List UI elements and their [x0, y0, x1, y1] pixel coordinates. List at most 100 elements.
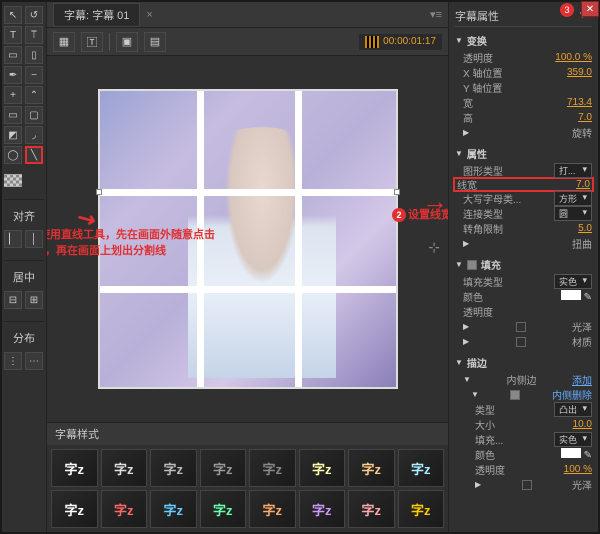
transform-group[interactable]: ▼变换 [455, 31, 592, 50]
center-area: 字幕: 字幕 01 × ▾≡ ▦ 🅃 ▣ ▤ 00:00:01:17 ↘ ↗ → [47, 2, 448, 532]
ypos-label: Y 轴位置 [463, 80, 502, 95]
convert-anchor-tool[interactable]: ⌃ [25, 86, 43, 104]
canvas-area[interactable]: ↘ ↗ → 1使用直线工具，先在画面外随意点击 一下，再在画面上划出分割线 [47, 56, 448, 422]
center-v[interactable]: ⊞ [25, 291, 43, 309]
caps-combo[interactable]: 方形▾ [554, 191, 592, 206]
center-toolbar: ▦ 🅃 ▣ ▤ 00:00:01:17 [47, 28, 448, 56]
type-tool[interactable]: T [4, 26, 22, 44]
miter-value[interactable]: 5.0 [578, 223, 592, 234]
style-swatch[interactable]: 字z [51, 490, 98, 528]
stroke-type-combo[interactable]: 凸出▾ [554, 402, 592, 417]
fill-color-chip[interactable] [561, 290, 581, 300]
line-width-value[interactable]: 7.0 [576, 179, 590, 190]
selection-handle[interactable] [394, 189, 400, 195]
xpos-label: X 轴位置 [463, 65, 502, 80]
sheen-label[interactable]: 光泽 [572, 319, 592, 334]
timecode-display[interactable]: 00:00:01:17 [359, 34, 442, 50]
inner-stroke-label: 内侧边 [506, 372, 536, 387]
width-value[interactable]: 713.4 [567, 97, 592, 108]
style-swatch[interactable]: 字z [348, 449, 395, 487]
swatch-transparent[interactable] [4, 174, 22, 187]
dist-h[interactable]: ⋮ [4, 352, 22, 370]
panel-menu-icon[interactable]: ▾≡ [430, 8, 442, 21]
opacity-value[interactable]: 100.0 % [555, 52, 592, 63]
arc-tool[interactable]: ◞ [25, 126, 43, 144]
shape-type-label: 图形类型 [463, 163, 503, 178]
distribute-tab[interactable]: 分布 [4, 328, 44, 348]
fill-opacity-label: 透明度 [463, 304, 493, 319]
style-swatch[interactable]: 字z [249, 490, 296, 528]
title-tab[interactable]: 字幕: 字幕 01 [53, 3, 140, 27]
style-swatch[interactable]: 字z [101, 490, 148, 528]
rect-tool[interactable]: ▭ [4, 106, 22, 124]
area-type-tool[interactable]: ▭ [4, 46, 22, 64]
stroke-fill-label: 填充... [475, 432, 503, 447]
title-canvas[interactable] [98, 89, 398, 389]
templates-icon[interactable]: ▦ [53, 32, 75, 52]
annotation-2: 2设置线宽 [392, 206, 448, 222]
style-swatch[interactable]: 字z [398, 490, 445, 528]
window-close-button[interactable]: ✕ [581, 1, 599, 17]
fill-type-label: 填充类型 [463, 274, 503, 289]
stroke-size-value[interactable]: 10.0 [573, 419, 592, 430]
style-swatch[interactable]: 字z [249, 449, 296, 487]
grid-overlay [100, 91, 396, 387]
rotation-label[interactable]: 旋转 [572, 125, 592, 140]
texture-label[interactable]: 材质 [572, 334, 592, 349]
style-swatch[interactable]: 字z [51, 449, 98, 487]
rounded-rect-tool[interactable]: ▢ [25, 106, 43, 124]
distort-label[interactable]: 扭曲 [572, 236, 592, 251]
stroke-color-chip[interactable] [561, 448, 581, 458]
align-tab[interactable]: 对齐 [4, 206, 44, 226]
stroke-fill-combo[interactable]: 实色▾ [554, 432, 592, 447]
crosshair-icon: ⊹ [428, 239, 440, 256]
opacity-label: 透明度 [463, 50, 493, 65]
annotation-arrow-3: → [422, 186, 448, 217]
fill-type-combo[interactable]: 实色▾ [554, 274, 592, 289]
style-swatch[interactable]: 字z [398, 449, 445, 487]
center-h[interactable]: ⊟ [4, 291, 22, 309]
add-stroke-link[interactable]: 添加 [572, 372, 592, 387]
style-swatch[interactable]: 字z [101, 449, 148, 487]
show-video-icon[interactable]: ▤ [144, 32, 166, 52]
move-tool[interactable]: ↖ [4, 6, 22, 24]
line-tool[interactable]: ╲ [25, 146, 43, 164]
path-type-tool[interactable]: ▯ [25, 46, 43, 64]
stroke-opacity-value[interactable]: 100 % [564, 464, 592, 475]
stroke-group[interactable]: ▼描边 [455, 353, 592, 372]
center-header: 字幕: 字幕 01 × ▾≡ [47, 2, 448, 28]
bold-icon[interactable]: ▣ [116, 32, 138, 52]
inner-delete-link[interactable]: 内侧删除 [552, 387, 592, 402]
height-value[interactable]: 7.0 [578, 112, 592, 123]
style-swatch[interactable]: 字z [299, 490, 346, 528]
styles-header[interactable]: 字幕样式 [47, 423, 448, 445]
stroke-sheen-label[interactable]: 光泽 [572, 477, 592, 492]
align-center-h[interactable]: │ [25, 230, 43, 248]
vertical-type-tool[interactable]: ⟙ [25, 26, 43, 44]
wedge-tool[interactable]: ◩ [4, 126, 22, 144]
xpos-value[interactable]: 359.0 [567, 67, 592, 78]
tab-close-icon[interactable]: × [146, 9, 152, 21]
style-swatch[interactable]: 字z [150, 449, 197, 487]
fill-group[interactable]: ▼填充 [455, 255, 592, 274]
attrs-group[interactable]: ▼属性 [455, 144, 592, 163]
align-left[interactable]: ▏ [4, 230, 22, 248]
left-toolbar: ↖ ↺ T ⟙ ▭ ▯ ✒ − + ⌃ ▭ ▢ ◩ ◞ ◯ ╲ 对齐 ▏ │ [2, 2, 47, 532]
style-swatch[interactable]: 字z [348, 490, 395, 528]
style-swatch[interactable]: 字z [150, 490, 197, 528]
center-tab[interactable]: 居中 [4, 267, 44, 287]
style-swatch[interactable]: 字z [200, 490, 247, 528]
dist-v[interactable]: ⋯ [25, 352, 43, 370]
roll-icon[interactable]: 🅃 [81, 32, 103, 52]
style-swatch[interactable]: 字z [299, 449, 346, 487]
selection-handle[interactable] [96, 189, 102, 195]
shape-type-combo[interactable]: 打...▾ [554, 163, 592, 178]
delete-anchor-tool[interactable]: − [25, 66, 43, 84]
join-combo[interactable]: 圆▾ [554, 206, 592, 221]
add-anchor-tool[interactable]: + [4, 86, 22, 104]
pen-tool[interactable]: ✒ [4, 66, 22, 84]
rotate-tool[interactable]: ↺ [25, 6, 43, 24]
style-swatch[interactable]: 字z [200, 449, 247, 487]
properties-panel: 字幕属性▾≡ ▼变换 透明度100.0 % X 轴位置359.0 Y 轴位置 宽… [448, 2, 598, 532]
ellipse-tool[interactable]: ◯ [4, 146, 22, 164]
